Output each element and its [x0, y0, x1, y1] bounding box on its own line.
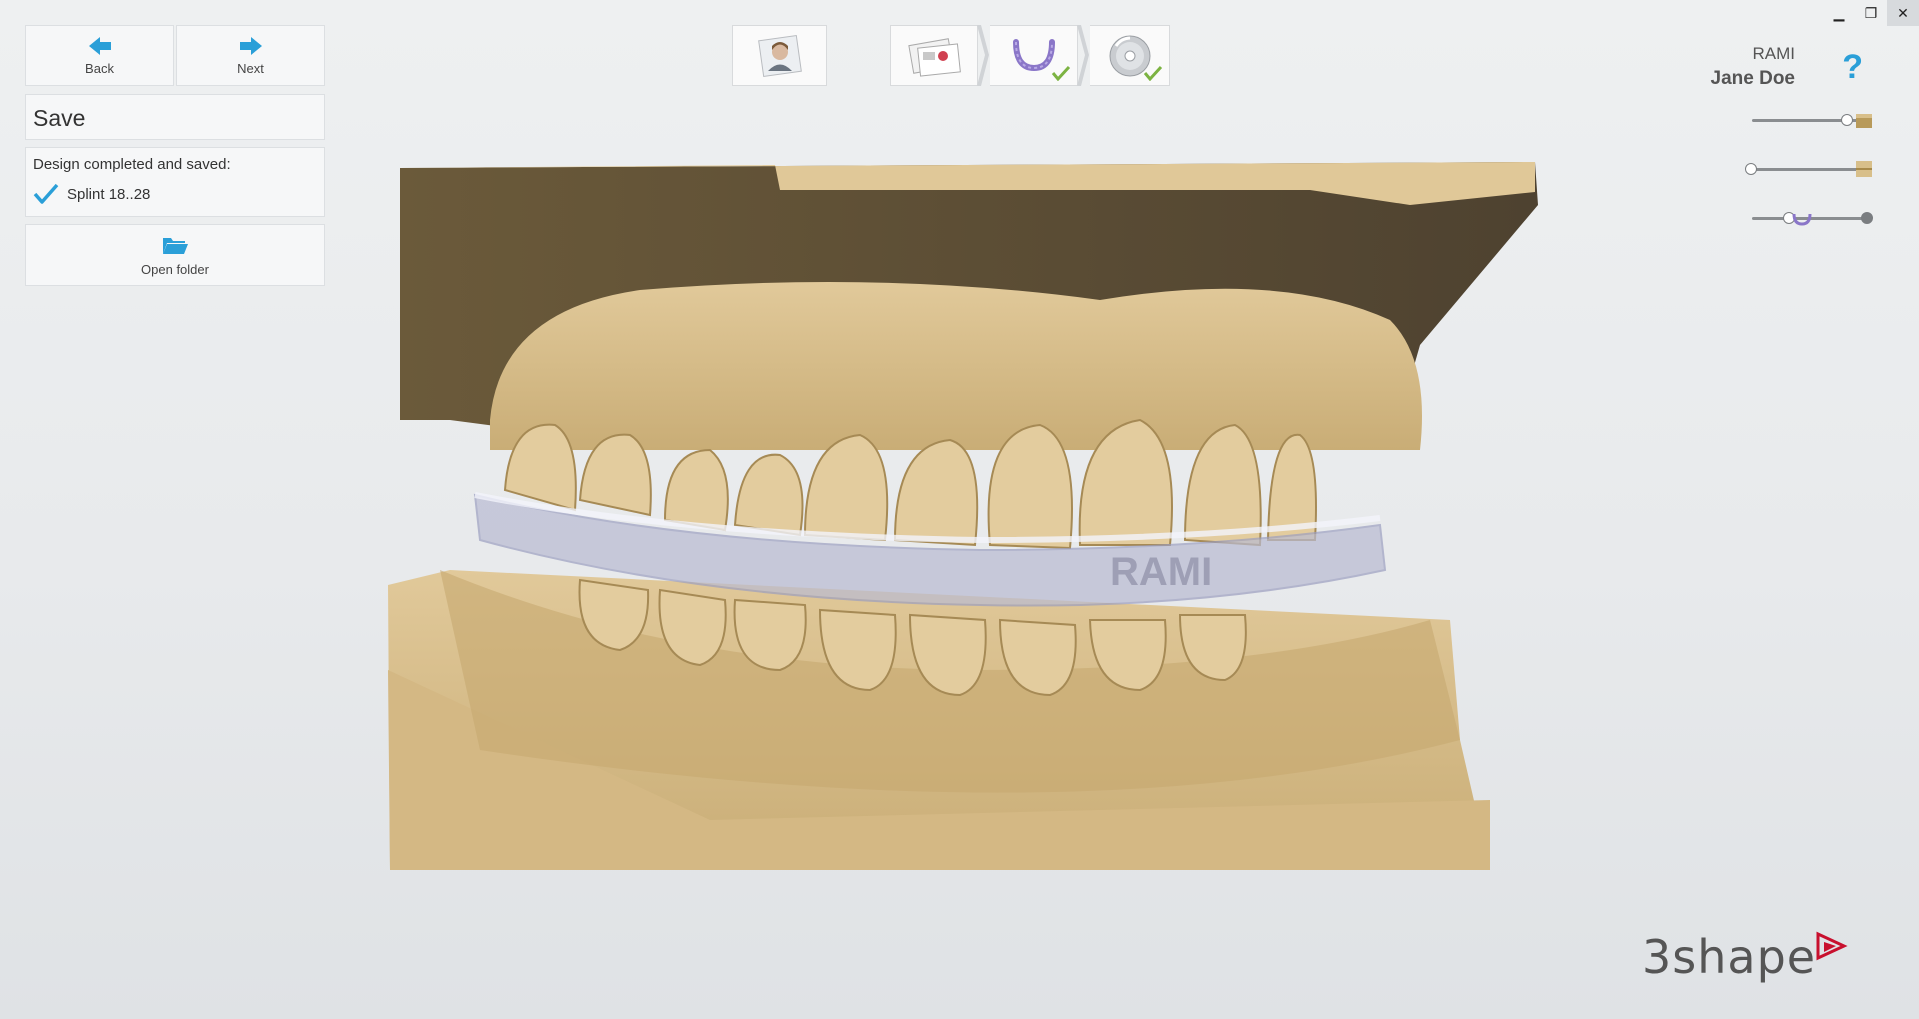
window-controls: ▁ ❐ ✕ — [1823, 0, 1919, 26]
minimize-button[interactable]: ▁ — [1823, 0, 1855, 26]
status-panel: Design completed and saved: Splint 18..2… — [25, 147, 325, 217]
step-patient[interactable] — [732, 25, 827, 86]
brand-triangle-icon — [1816, 931, 1848, 961]
order-form-icon — [908, 37, 961, 77]
slider-knob[interactable] — [1841, 114, 1853, 126]
navigation-buttons: Back Next — [25, 25, 325, 86]
organization-name: RAMI — [1752, 44, 1796, 63]
lower-model-icon — [1856, 161, 1872, 177]
splint-slider[interactable] — [1745, 208, 1873, 228]
step-separator-icon — [1077, 25, 1089, 86]
splint-engraving: RAMI — [1110, 550, 1212, 594]
user-name: Jane Doe — [1710, 68, 1795, 89]
completed-check-icon — [1051, 65, 1071, 81]
slider-track — [1752, 168, 1866, 171]
upper-model-slider[interactable] — [1745, 110, 1873, 130]
brand-logo-text: 3shape — [1642, 930, 1817, 984]
help-button[interactable]: ? — [1842, 48, 1863, 87]
arrow-left-icon — [88, 37, 111, 55]
page-title: Save — [25, 94, 325, 140]
back-label: Back — [85, 61, 114, 76]
step-design[interactable] — [990, 25, 1078, 86]
step-separator-icon — [977, 25, 989, 86]
open-folder-button[interactable]: Open folder — [25, 224, 325, 286]
status-heading: Design completed and saved: — [33, 156, 231, 173]
open-folder-label: Open folder — [141, 261, 209, 277]
slider-end-knob — [1861, 212, 1873, 224]
splint-mini-icon — [1792, 213, 1812, 226]
3d-model-viewport[interactable]: RAMI — [380, 150, 1550, 890]
checkmark-icon — [33, 183, 59, 204]
upper-jaw-model — [400, 162, 1538, 450]
user-info: RAMI Jane Doe — [1711, 44, 1795, 90]
next-label: Next — [237, 61, 264, 76]
patient-photo-icon — [757, 34, 802, 77]
saved-item-label: Splint 18..28 — [67, 185, 151, 203]
close-button[interactable]: ✕ — [1887, 0, 1919, 26]
saved-item: Splint 18..28 — [33, 183, 317, 205]
folder-icon — [163, 237, 188, 254]
step-order-form[interactable] — [890, 25, 978, 86]
arrow-right-icon — [239, 37, 262, 55]
slider-knob[interactable] — [1745, 163, 1757, 175]
upper-model-icon — [1856, 114, 1872, 128]
restore-button[interactable]: ❐ — [1855, 0, 1887, 26]
lower-model-slider[interactable] — [1745, 159, 1873, 179]
brand-logo: 3shape — [1642, 930, 1848, 984]
back-button[interactable]: Back — [25, 25, 174, 86]
step-save[interactable] — [1090, 25, 1170, 86]
completed-check-icon — [1143, 65, 1163, 81]
lower-jaw-model — [388, 570, 1490, 870]
next-button[interactable]: Next — [176, 25, 325, 86]
